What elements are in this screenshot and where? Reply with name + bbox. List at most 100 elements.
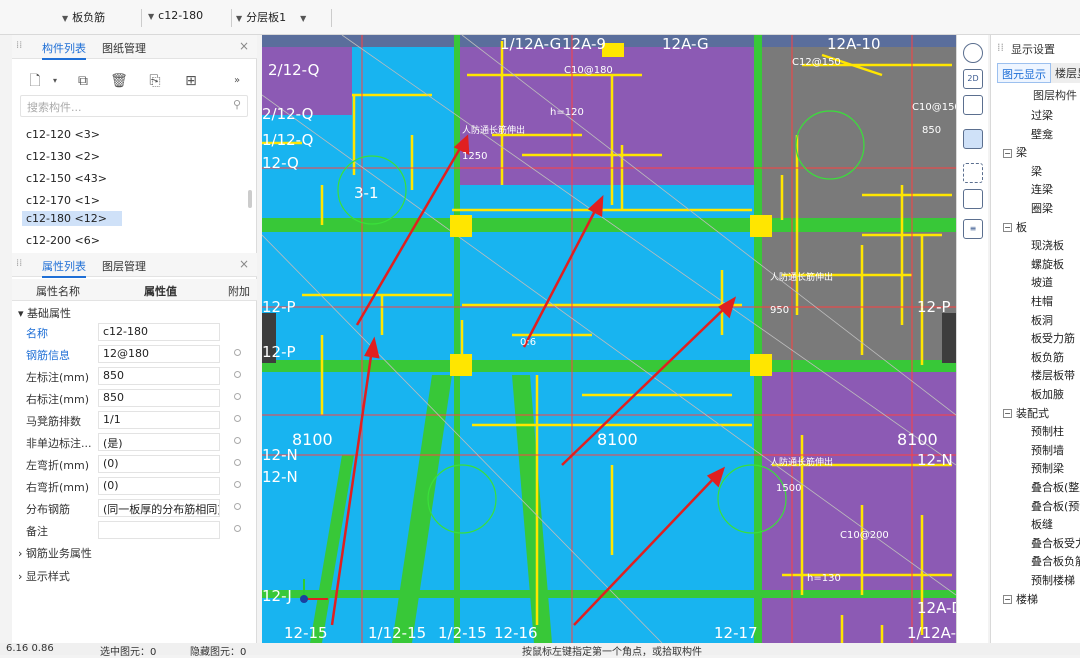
layer-item[interactable]: 现浇板: [1031, 237, 1064, 253]
layer-item[interactable]: − 梁: [1003, 144, 1027, 160]
collapse-icon[interactable]: −: [1003, 595, 1012, 605]
property-value-field[interactable]: 1/1: [98, 411, 220, 429]
section-basic-properties[interactable]: ▾ 基础属性: [18, 305, 71, 321]
layer-item[interactable]: 板负筋: [1031, 349, 1064, 365]
tab-element-display[interactable]: 图元显示: [997, 63, 1051, 83]
more-icon[interactable]: »: [226, 71, 248, 93]
layer-item[interactable]: 板受力筋: [1031, 330, 1075, 346]
cad-drawing[interactable]: 2/12-Q 2/12-Q 1/12-Q 12-Q 12-P 12-P 12-N…: [262, 35, 956, 643]
layer-item[interactable]: 壁龛: [1031, 126, 1053, 142]
layer-item[interactable]: − 板: [1003, 219, 1027, 235]
view-2d-icon[interactable]: 2D: [963, 69, 983, 89]
layer-item[interactable]: − 装配式: [1003, 405, 1049, 421]
layer-item[interactable]: 板加腋: [1031, 386, 1064, 402]
drag-handle-icon[interactable]: ⁞⁞: [16, 258, 22, 269]
property-row[interactable]: 分布钢筋 (同一板厚的分布筋相同): [12, 497, 257, 519]
collapse-icon[interactable]: −: [1003, 148, 1012, 158]
drag-handle-icon[interactable]: ⁞⁞: [16, 40, 22, 51]
properties-icon[interactable]: ≡: [963, 219, 983, 239]
extra-checkbox[interactable]: [234, 415, 241, 422]
layer-item[interactable]: 连梁: [1031, 181, 1053, 197]
layer-item[interactable]: 预制柱: [1031, 423, 1064, 439]
layer-item[interactable]: 叠合板受力筋: [1031, 535, 1080, 551]
drawing-canvas[interactable]: 2/12-Q 2/12-Q 1/12-Q 12-Q 12-P 12-P 12-N…: [262, 35, 956, 643]
property-row[interactable]: 名称 c12-180: [12, 321, 257, 343]
duplicate-icon[interactable]: ⎘: [144, 71, 166, 93]
property-row[interactable]: 右标注(mm) 850: [12, 387, 257, 409]
tab-component-list[interactable]: 构件列表: [42, 38, 86, 60]
section-display-style[interactable]: › 显示样式: [18, 568, 70, 584]
copy-icon[interactable]: ⧉: [72, 71, 94, 93]
collapse-icon[interactable]: −: [1003, 409, 1012, 419]
close-icon[interactable]: ×: [239, 257, 249, 271]
layer-item[interactable]: 板缝: [1031, 516, 1053, 532]
zoom-window-icon[interactable]: [963, 163, 983, 183]
property-value-field[interactable]: (0): [98, 455, 220, 473]
property-value-field[interactable]: c12-180: [98, 323, 220, 341]
layer-item[interactable]: 螺旋板: [1031, 256, 1064, 272]
property-value-field[interactable]: 850: [98, 389, 220, 407]
tab-layer-management[interactable]: 图层管理: [102, 256, 146, 276]
layer-item[interactable]: 预制楼梯: [1031, 572, 1075, 588]
list-item[interactable]: c12-130 <2>: [22, 149, 104, 164]
layer-item[interactable]: 预制墙: [1031, 442, 1064, 458]
extra-checkbox[interactable]: [234, 503, 241, 510]
tab-floor-display[interactable]: 楼层显示: [1051, 63, 1080, 83]
layer-item[interactable]: 楼层板带: [1031, 367, 1075, 383]
property-value-field[interactable]: (是): [98, 433, 220, 451]
layer-item[interactable]: 圈梁: [1031, 200, 1053, 216]
layer-item[interactable]: 叠合板(预制): [1031, 498, 1080, 514]
extra-checkbox[interactable]: [234, 459, 241, 466]
layer-item[interactable]: 预制梁: [1031, 460, 1064, 476]
layer-item[interactable]: 梁: [1031, 163, 1042, 179]
extra-checkbox[interactable]: [234, 393, 241, 400]
layer-item[interactable]: − 楼梯: [1003, 591, 1038, 607]
component-type-combo[interactable]: ▼ 板负筋: [62, 9, 142, 27]
property-value-field[interactable]: (同一板厚的分布筋相同): [98, 499, 220, 517]
layer-copy-icon[interactable]: ⊞: [180, 71, 202, 93]
property-row[interactable]: 右弯折(mm) (0): [12, 475, 257, 497]
component-name-combo[interactable]: ▼ c12-180: [148, 9, 232, 27]
property-row[interactable]: 马凳筋排数 1/1: [12, 409, 257, 431]
delete-icon[interactable]: 🗑: [108, 71, 130, 93]
close-icon[interactable]: ×: [239, 39, 249, 53]
property-row[interactable]: 左标注(mm) 850: [12, 365, 257, 387]
property-row[interactable]: 左弯折(mm) (0): [12, 453, 257, 475]
list-item[interactable]: c12-120 <3>: [22, 127, 104, 142]
search-input[interactable]: 搜索构件... ⚲: [20, 95, 248, 117]
layer-item[interactable]: 板洞: [1031, 312, 1053, 328]
search-icon[interactable]: ⚲: [233, 98, 241, 111]
layer-item[interactable]: 坡道: [1031, 274, 1053, 290]
extra-checkbox[interactable]: [234, 437, 241, 444]
property-row[interactable]: 非单边标注... (是): [12, 431, 257, 453]
dropdown-arrow-icon[interactable]: ▾: [44, 71, 66, 93]
layer-item[interactable]: 柱帽: [1031, 293, 1053, 309]
property-row[interactable]: 钢筋信息 12@180: [12, 343, 257, 365]
property-row[interactable]: 备注: [12, 519, 257, 541]
scrollbar[interactable]: [248, 190, 252, 208]
property-value-field[interactable]: 850: [98, 367, 220, 385]
tab-property-list[interactable]: 属性列表: [42, 256, 86, 278]
iso-cube-icon[interactable]: [963, 129, 983, 149]
cube-icon[interactable]: [963, 95, 983, 115]
orbit-icon[interactable]: [963, 43, 983, 63]
layer-combo[interactable]: ▼ 分层板1 ▼: [236, 9, 332, 27]
property-value-field[interactable]: 12@180: [98, 345, 220, 363]
section-rebar-properties[interactable]: › 钢筋业务属性: [18, 545, 92, 561]
extra-checkbox[interactable]: [234, 349, 241, 356]
list-item[interactable]: c12-150 <43>: [22, 171, 111, 186]
drag-handle-icon[interactable]: ⁞⁞: [997, 41, 1004, 54]
box-view-icon[interactable]: [963, 189, 983, 209]
extra-checkbox[interactable]: [234, 525, 241, 532]
list-item-selected[interactable]: c12-180 <12>: [22, 211, 122, 226]
extra-checkbox[interactable]: [234, 481, 241, 488]
list-item[interactable]: c12-200 <6>: [22, 233, 104, 248]
new-component-icon[interactable]: 🗋: [24, 71, 46, 93]
tab-drawing-management[interactable]: 图纸管理: [102, 38, 146, 58]
layer-item[interactable]: 叠合板负筋: [1031, 553, 1080, 569]
extra-checkbox[interactable]: [234, 371, 241, 378]
property-value-field[interactable]: [98, 521, 220, 539]
list-item[interactable]: c12-170 <1>: [22, 193, 104, 208]
layer-item[interactable]: 叠合板(整厚): [1031, 479, 1080, 495]
collapse-icon[interactable]: −: [1003, 223, 1012, 233]
